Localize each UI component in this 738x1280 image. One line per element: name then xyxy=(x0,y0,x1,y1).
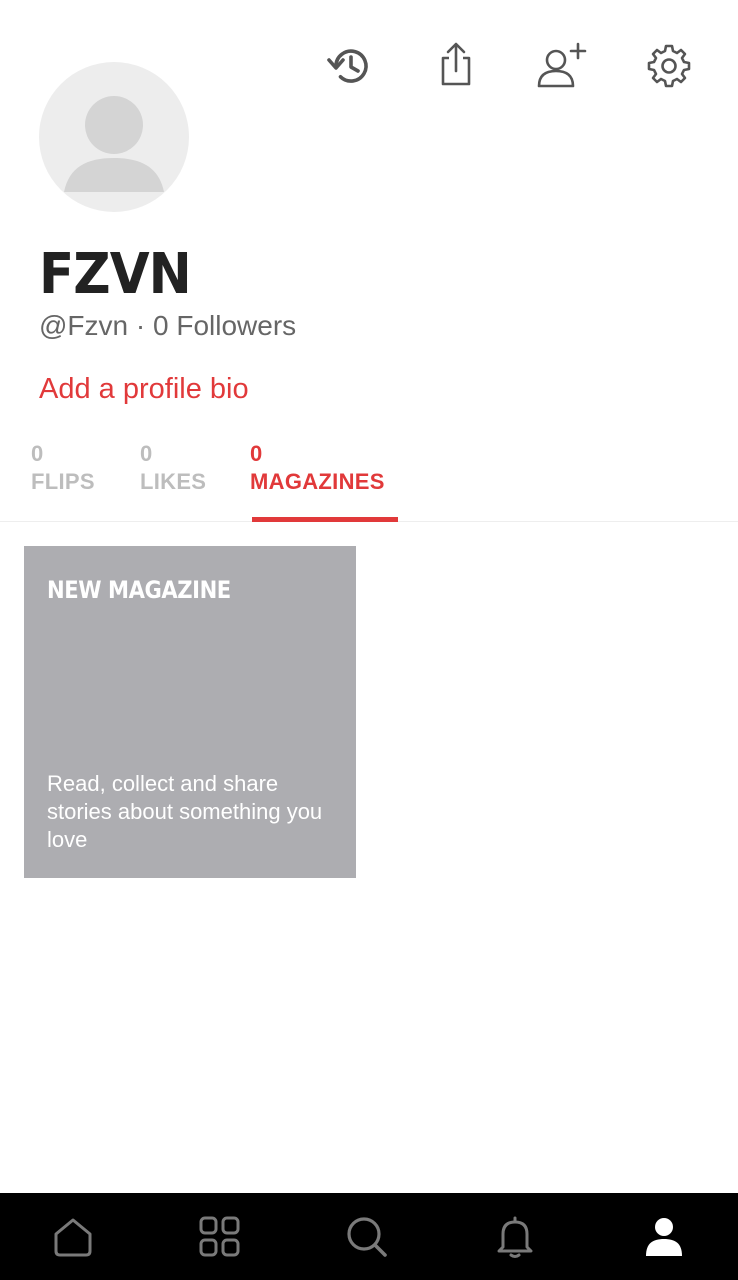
add-friend-button[interactable] xyxy=(534,38,590,94)
tab-flips[interactable]: 0 FLIPS xyxy=(31,440,95,496)
nav-notifications[interactable] xyxy=(475,1193,555,1280)
tab-magazines-label: MAGAZINES xyxy=(250,469,385,494)
history-icon xyxy=(327,49,368,83)
tab-likes-count: 0 xyxy=(140,441,153,466)
nav-explore[interactable] xyxy=(180,1193,260,1280)
bottom-nav-bar xyxy=(0,1193,738,1280)
home-icon xyxy=(54,1218,92,1256)
tab-magazines[interactable]: 0 MAGAZINES xyxy=(250,440,385,496)
nav-profile[interactable] xyxy=(624,1193,704,1280)
add-person-icon xyxy=(537,42,587,88)
profile-name: FZVN xyxy=(39,242,192,307)
tab-flips-label: FLIPS xyxy=(31,469,95,494)
settings-button[interactable] xyxy=(641,38,697,94)
share-icon xyxy=(441,42,471,86)
tab-likes[interactable]: 0 LIKES xyxy=(140,440,206,496)
avatar[interactable] xyxy=(39,62,189,212)
gear-icon xyxy=(647,44,691,88)
new-magazine-description: Read, collect and share stories about so… xyxy=(47,771,323,852)
nav-home[interactable] xyxy=(33,1193,113,1280)
tab-magazines-count: 0 xyxy=(250,441,263,466)
tab-flips-count: 0 xyxy=(31,441,44,466)
new-magazine-title: NEW MAGAZINE xyxy=(47,576,231,604)
profile-icon xyxy=(646,1217,682,1256)
tab-likes-label: LIKES xyxy=(140,469,207,494)
profile-screen: FZVN @Fzvn · 0 Followers Add a profile b… xyxy=(0,0,738,1280)
grid-icon xyxy=(199,1216,240,1256)
profile-handle-followers[interactable]: @Fzvn · 0 Followers xyxy=(39,308,296,344)
share-button[interactable] xyxy=(428,38,484,94)
active-tab-indicator xyxy=(252,517,398,522)
history-button[interactable] xyxy=(322,38,378,94)
add-bio-link[interactable]: Add a profile bio xyxy=(39,370,249,408)
default-avatar-icon xyxy=(64,96,164,192)
bell-icon xyxy=(497,1216,533,1258)
search-icon xyxy=(347,1216,387,1257)
new-magazine-card[interactable]: NEW MAGAZINE Read, collect and share sto… xyxy=(24,546,356,878)
nav-search[interactable] xyxy=(327,1193,407,1280)
profile-tabs: 0 FLIPS 0 LIKES 0 MAGAZINES xyxy=(0,440,738,522)
